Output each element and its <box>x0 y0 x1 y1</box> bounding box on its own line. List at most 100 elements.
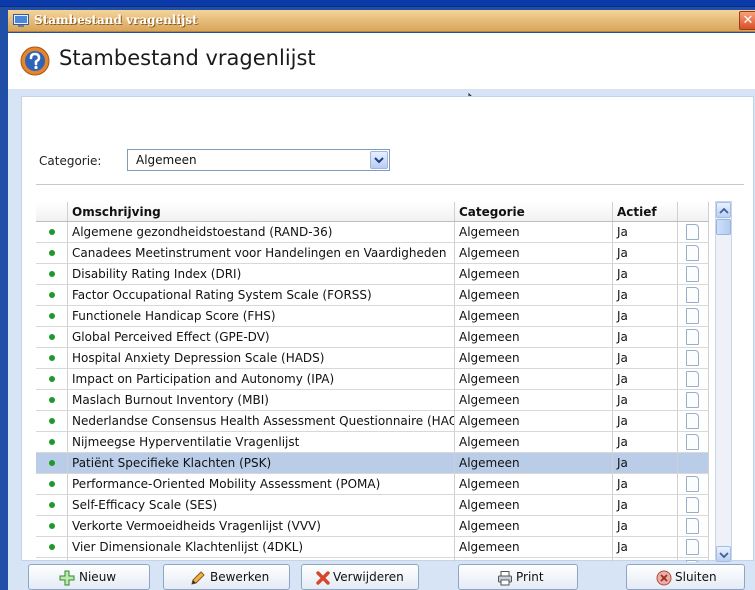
plus-icon <box>59 570 75 586</box>
document-icon[interactable] <box>686 224 699 240</box>
category-label: Categorie: <box>39 154 102 168</box>
edit-button[interactable]: Bewerken <box>163 564 290 590</box>
green-dot-icon <box>49 502 55 508</box>
cell-categorie: Algemeen <box>455 453 613 473</box>
table-row[interactable]: Maslach Burnout Inventory (MBI) Algemeen J… <box>36 390 709 411</box>
document-icon[interactable] <box>686 539 699 555</box>
cell-omschrijving: Vier Dimensionale Klachtenlijst (4DKL) <box>68 537 455 557</box>
table-row[interactable]: Hospital Anxiety Depression Scale (HADS)… <box>36 348 709 369</box>
document-icon[interactable] <box>686 371 699 387</box>
cell-document[interactable] <box>678 264 709 284</box>
document-icon[interactable] <box>686 434 699 450</box>
document-icon[interactable] <box>686 329 699 345</box>
cell-document[interactable] <box>678 390 709 410</box>
cell-document[interactable] <box>678 285 709 305</box>
cell-document[interactable] <box>678 369 709 389</box>
dialog-header: Stambestand vragenlijst <box>8 33 755 89</box>
document-icon[interactable] <box>686 266 699 282</box>
chevron-down-icon[interactable] <box>370 151 388 169</box>
window-close-button[interactable]: ✕ <box>739 11 755 30</box>
cell-document[interactable] <box>678 432 709 452</box>
cell-document[interactable] <box>678 495 709 515</box>
table-row[interactable]: Functionele Handicap Score (FHS) Algemeen… <box>36 306 709 327</box>
top-strip <box>0 0 755 7</box>
document-icon[interactable] <box>686 413 699 429</box>
column-header-actief[interactable]: Actief <box>613 202 678 221</box>
table-row[interactable]: Impact on Participation and Autonomy (IP… <box>36 369 709 390</box>
table-row[interactable]: Patiënt Specifieke Klachten (PSK) Algemee… <box>36 453 709 474</box>
green-dot-icon <box>49 397 55 403</box>
row-indicator-cell <box>36 432 68 452</box>
row-indicator-cell <box>36 390 68 410</box>
document-icon[interactable] <box>686 392 699 408</box>
new-button[interactable]: Nieuw <box>28 564 150 590</box>
cell-categorie: Algemeen <box>455 222 613 242</box>
scroll-up-button[interactable] <box>716 202 731 218</box>
cell-document[interactable] <box>678 411 709 431</box>
table-row[interactable]: Nederlandse Consensus Health Assessment … <box>36 411 709 432</box>
table-row[interactable]: Canadees Meetinstrument voor Handelingen… <box>36 243 709 264</box>
button-bar: Nieuw Bewerken Verwijderen Print Sluiten <box>8 562 755 590</box>
category-dropdown[interactable]: Algemeen <box>127 149 390 171</box>
table-row[interactable]: Vier Dimensionale Klachtenlijst (4DKL) Al… <box>36 537 709 558</box>
table-row[interactable]: Self-Efficacy Scale (SES) Algemeen Ja <box>36 495 709 516</box>
cell-actief: Ja <box>613 285 678 305</box>
cell-categorie: Algemeen <box>455 348 613 368</box>
table-row[interactable]: Algemene gezondheidstoestand (RAND-36) Al… <box>36 222 709 243</box>
cell-omschrijving: Impact on Participation and Autonomy (IP… <box>68 369 455 389</box>
cell-document[interactable] <box>678 537 709 557</box>
row-indicator-cell <box>36 516 68 536</box>
cell-omschrijving: Hospital Anxiety Depression Scale (HADS) <box>68 348 455 368</box>
help-question-icon <box>20 46 50 76</box>
document-icon[interactable] <box>686 350 699 366</box>
cell-document[interactable] <box>678 306 709 326</box>
cell-document[interactable] <box>678 474 709 494</box>
cell-actief: Ja <box>613 243 678 263</box>
new-button-label: Nieuw <box>79 570 117 584</box>
column-header-omschrijving[interactable]: Omschrijving <box>68 202 455 221</box>
table-row[interactable]: Global Perceived Effect (GPE-DV) Algemeen… <box>36 327 709 348</box>
cell-actief: Ja <box>613 264 678 284</box>
cell-actief: Ja <box>613 369 678 389</box>
cell-actief: Ja <box>613 537 678 557</box>
cell-document[interactable] <box>678 348 709 368</box>
window-title: Stambestand vragenlijst <box>34 13 198 27</box>
table-row[interactable]: Factor Occupational Rating System Scale … <box>36 285 709 306</box>
cell-document[interactable] <box>678 243 709 263</box>
title-bar[interactable]: Stambestand vragenlijst ✕ <box>8 10 755 32</box>
cell-document[interactable] <box>678 327 709 347</box>
table-row[interactable]: Performance-Oriented Mobility Assessment… <box>36 474 709 495</box>
cell-document[interactable] <box>678 222 709 242</box>
document-icon[interactable] <box>686 518 699 534</box>
table-row[interactable]: Disability Rating Index (DRI) Algemeen Ja <box>36 264 709 285</box>
scrollbar-thumb[interactable] <box>716 219 731 235</box>
green-dot-icon <box>49 439 55 445</box>
cell-document[interactable] <box>678 453 709 473</box>
cell-omschrijving: Maslach Burnout Inventory (MBI) <box>68 390 455 410</box>
table-row[interactable]: Verkorte Vermoeidheids Vragenlijst (VVV)… <box>36 516 709 537</box>
scroll-down-button[interactable] <box>716 546 731 562</box>
column-header-categorie[interactable]: Categorie <box>455 202 613 221</box>
row-indicator-cell <box>36 453 68 473</box>
delete-button[interactable]: Verwijderen <box>301 564 419 590</box>
document-icon[interactable] <box>686 476 699 492</box>
cell-actief: Ja <box>613 474 678 494</box>
vertical-scrollbar[interactable] <box>715 201 732 563</box>
row-indicator-cell <box>36 537 68 557</box>
header-extra-column <box>678 202 709 221</box>
cell-omschrijving: Disability Rating Index (DRI) <box>68 264 455 284</box>
close-button-label: Sluiten <box>675 570 717 584</box>
cell-omschrijving: Algemene gezondheidstoestand (RAND-36) <box>68 222 455 242</box>
cell-document[interactable] <box>678 516 709 536</box>
cell-categorie: Algemeen <box>455 264 613 284</box>
green-dot-icon <box>49 355 55 361</box>
document-icon[interactable] <box>686 245 699 261</box>
table-row[interactable]: Nijmeegse Hyperventilatie Vragenlijst Alg… <box>36 432 709 453</box>
print-button[interactable]: Print <box>458 564 578 590</box>
cell-omschrijving: Functionele Handicap Score (FHS) <box>68 306 455 326</box>
document-icon[interactable] <box>686 497 699 513</box>
document-icon[interactable] <box>686 308 699 324</box>
green-dot-icon <box>49 271 55 277</box>
close-button[interactable]: Sluiten <box>626 564 745 590</box>
document-icon[interactable] <box>686 287 699 303</box>
